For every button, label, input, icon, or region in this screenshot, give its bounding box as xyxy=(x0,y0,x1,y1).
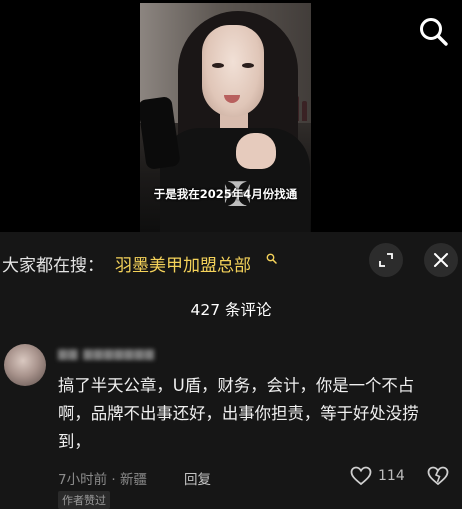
search-icon xyxy=(420,18,448,46)
dislike-button[interactable] xyxy=(427,466,449,490)
expand-button[interactable] xyxy=(369,243,403,277)
like-count: 114 xyxy=(378,468,405,484)
hand xyxy=(236,133,276,169)
heart-icon xyxy=(350,466,372,486)
search-suggestion-term[interactable]: 羽墨美甲加盟总部 xyxy=(115,251,251,276)
broken-heart-icon xyxy=(427,466,449,486)
right-eye xyxy=(242,63,254,68)
comment-username[interactable]: ▆▆ ▆▆▆▆▆▆▆ xyxy=(58,346,170,360)
search-button[interactable] xyxy=(415,13,453,51)
video-subtitle: 于是我在2025年4月份找通 xyxy=(153,187,298,201)
close-button[interactable] xyxy=(424,243,458,277)
left-eye xyxy=(212,63,224,68)
avatar[interactable] xyxy=(4,344,46,386)
video-frame[interactable]: ✠ 于是我在2025年4月份找通 xyxy=(140,3,311,232)
expand-icon xyxy=(379,253,393,267)
person-face xyxy=(202,25,264,117)
like-button[interactable]: 114 xyxy=(350,466,405,486)
comment-text: 搞了半天公章，U盾，财务，会计，你是一个不占啊，品牌不出事还好，出事你担责，等于… xyxy=(58,376,419,451)
close-icon xyxy=(434,253,448,267)
mouth xyxy=(224,95,240,103)
search-suggestion-prefix: 大家都在搜： xyxy=(2,256,104,276)
video-area[interactable]: ✠ 于是我在2025年4月份找通 xyxy=(0,0,462,232)
search-suggestion-icon xyxy=(266,253,277,267)
comment-count: 427 条评论 xyxy=(190,301,272,319)
reply-button[interactable]: 回复 xyxy=(184,468,211,488)
author-liked-badge: 作者赞过 xyxy=(58,491,110,509)
comment-time-location: 7小时前 · 新疆 xyxy=(58,472,147,488)
